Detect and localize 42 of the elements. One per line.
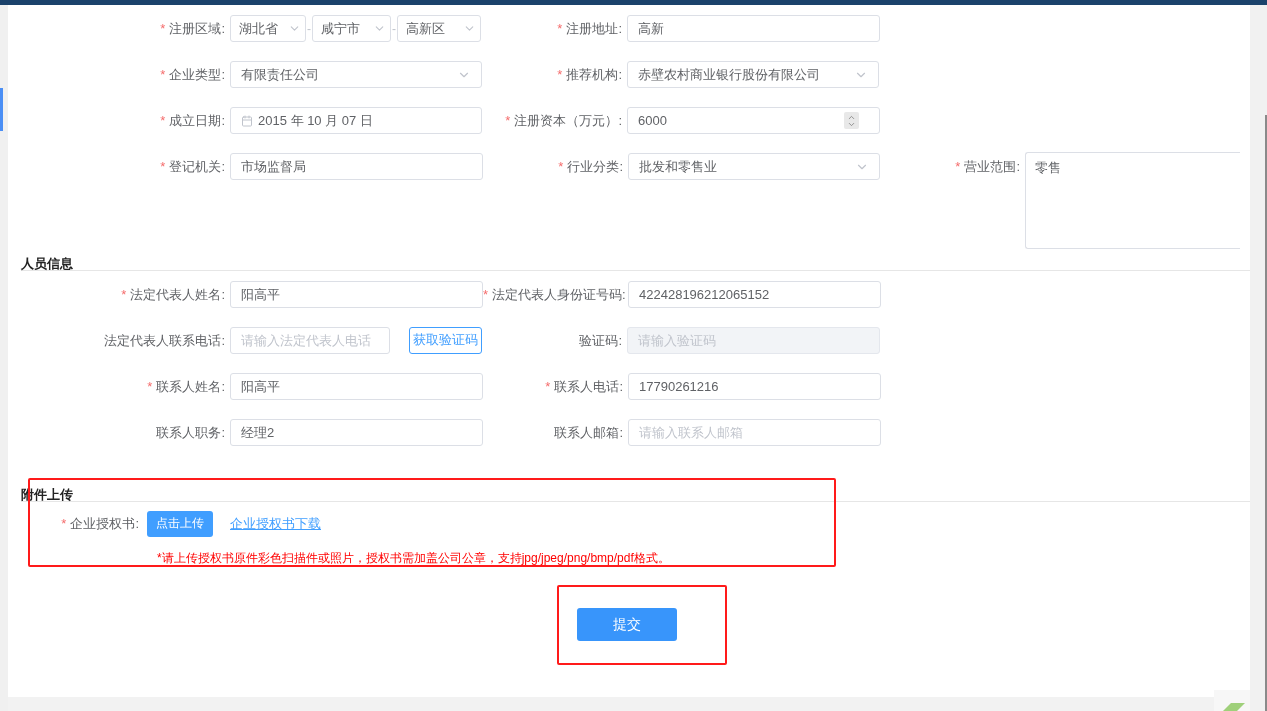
field-label: * 行业分类: — [557, 158, 624, 176]
field-label: * 联系人电话: — [544, 378, 624, 396]
field-label: * 注册区域: — [159, 20, 226, 38]
textarea-field[interactable]: 零售 — [1025, 152, 1240, 249]
region-select[interactable]: 高新区 — [397, 15, 481, 42]
field-label: * 成立日期: — [159, 112, 226, 130]
input-field[interactable]: 17790261216 — [628, 373, 881, 400]
region-select[interactable]: 湖北省 — [230, 15, 306, 42]
number-field[interactable]: 6000 — [627, 107, 880, 134]
region-select[interactable]: 咸宁市 — [312, 15, 391, 42]
floating-widget[interactable] — [1214, 690, 1250, 711]
input-field[interactable]: 阳高平 — [230, 373, 483, 400]
field-label: 验证码: — [578, 332, 623, 350]
date-field[interactable]: 2015 年 10 月 07 日 — [230, 107, 482, 134]
select-field[interactable]: 批发和零售业 — [628, 153, 880, 180]
field-label: * 企业授权书: — [60, 515, 140, 534]
input-field[interactable]: 高新 — [627, 15, 880, 42]
separator: - — [391, 20, 397, 38]
upload-hint: *请上传授权书原件彩色扫描件或照片，授权书需加盖公司公章，支持jpg/jpeg/png/bmp/pdf格式。 — [157, 550, 671, 567]
select-field[interactable]: 有限责任公司 — [230, 61, 482, 88]
field-label: 联系人邮箱: — [553, 424, 624, 442]
field-label: * 联系人姓名: — [146, 378, 226, 396]
field-label: * 注册资本（万元）: — [504, 112, 623, 130]
field-label: * 注册地址: — [556, 20, 623, 38]
field-label: * 法定代表人身份证号码: — [483, 286, 627, 304]
calendar-icon — [241, 114, 253, 127]
input-field[interactable]: 422428196212065152 — [628, 281, 881, 308]
separator: - — [306, 20, 312, 38]
field-label: * 登记机关: — [159, 158, 226, 176]
field-label: * 推荐机构: — [556, 66, 623, 84]
section-title: 人员信息 — [21, 256, 73, 271]
input-field[interactable]: 市场监督局 — [230, 153, 483, 180]
field-label: 法定代表人联系电话: — [103, 332, 226, 350]
select-field[interactable]: 赤壁农村商业银行股份有限公司 — [627, 61, 879, 88]
field-label: 联系人职务: — [155, 424, 226, 442]
input-field[interactable]: 经理2 — [230, 419, 483, 446]
input-field[interactable]: 阳高平 — [230, 281, 483, 308]
field-label: * 营业范围: — [954, 158, 1021, 176]
active-indicator — [0, 88, 3, 131]
spinner-icon[interactable] — [844, 112, 859, 129]
field-label: * 法定代表人姓名: — [120, 286, 226, 304]
field-label: * 企业类型: — [159, 66, 226, 84]
